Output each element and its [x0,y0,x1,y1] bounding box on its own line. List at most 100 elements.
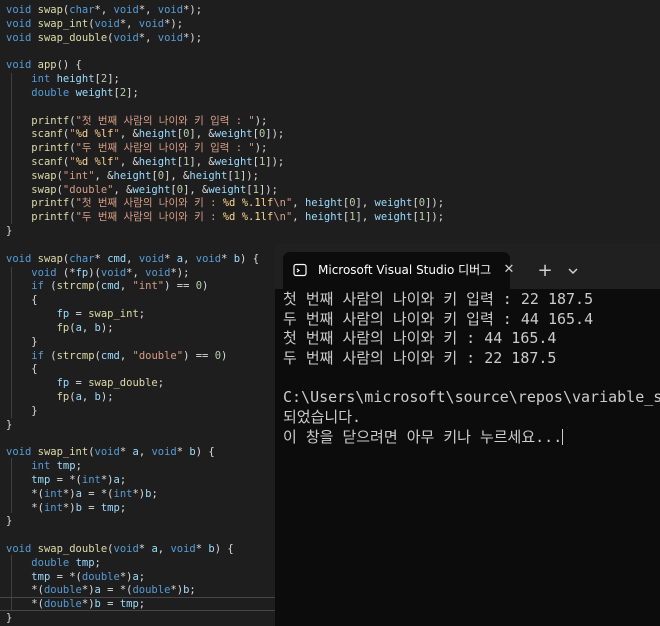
code-token: height [189,169,228,182]
code-token: *) [62,501,76,514]
code-token: ], & [189,156,215,169]
code-token: } [6,515,13,528]
code-token: int [43,487,63,500]
terminal-line: 되었습니다. [283,408,362,427]
code-token: %d %lf [75,156,114,169]
code-token: swap_int [37,446,89,459]
code-token: ); [254,142,268,155]
code-line: void swap_double(void* a, void* b) { [6,542,234,556]
code-token: ], [355,211,375,224]
code-token: "double" [132,349,184,362]
code-line: { [6,293,38,307]
code-token: * [221,252,234,265]
code-token: () { [56,59,82,72]
chevron-down-icon[interactable] [561,259,585,283]
code-line: } [6,514,12,528]
code-line: scanf("%d %lf", &height[0], &weight[0]); [6,127,284,141]
code-token: swap [31,183,57,196]
code-token: void [157,31,184,44]
code-line: printf("두 번째 사람의 나이와 키 입력 : "); [6,141,267,155]
code-token: void [31,266,57,279]
code-token: void [113,4,139,16]
code-token: void [6,4,32,16]
close-icon[interactable]: ✕ [499,260,519,280]
code-token: ) [221,349,228,362]
code-token: *) [81,584,95,597]
code-token: void [145,266,171,279]
code-token: ) [202,280,209,293]
code-token: ]); [258,183,278,196]
code-token: * [94,252,108,265]
code-token: tmp [100,501,120,514]
code-token: scanf [31,156,63,169]
code-token: "double" [62,183,114,196]
code-token: ], & [183,183,209,196]
code-token: ]; [126,86,139,99]
code-token: printf [31,211,70,224]
code-token: = *( [50,473,82,486]
code-token: swap_double [37,542,108,555]
code-token: void [6,59,32,72]
code-line: int height[2]; [6,72,120,86]
code-token: ], & [189,128,215,141]
code-token: void [138,252,165,265]
code-token: app [37,59,57,72]
terminal-prompt-text: 이 창을 닫으려면 아무 키나 누르세요... [283,427,563,446]
code-token: * [138,542,152,555]
code-token: void [170,542,196,555]
code-line: tmp = *(double*)a; [6,570,145,584]
code-line: *(int*)a = *(int*)b; [6,487,158,501]
code-token: cmd [100,280,120,293]
code-token: ; [138,308,146,321]
code-line: printf("첫 번째 사람의 나이와 키 입력 : "); [6,114,267,128]
code-token: swap [31,169,57,182]
code-token: *( [6,487,44,500]
code-token: *, [94,4,114,16]
terminal-tab[interactable]: Microsoft Visual Studio 디버그 ✕ [283,252,514,289]
code-token: weight [374,211,413,224]
code-token: scanf [31,128,63,141]
code-token: void [6,31,32,44]
code-line: void (*fp)(void*, void*); [6,266,189,280]
code-token: tmp [31,473,51,486]
code-line: void swap_int(void*, void*); [6,17,183,31]
code-token: *( [6,584,44,597]
text-cursor [562,428,564,445]
code-token: void [113,31,139,44]
code-token: , [183,252,196,265]
code-token: weight [374,197,413,210]
tab-title: Microsoft Visual Studio 디버그 [318,263,492,277]
code-token: "int" [132,280,165,293]
code-token: ]); [239,169,259,182]
code-token: ) { [214,542,234,555]
code-token: * [195,542,209,555]
code-token: , [126,252,139,265]
terminal-output[interactable]: 첫 번째 사람의 나이와 키 입력 : 22 187.5 두 번째 사람의 나이… [283,290,660,626]
code-token: swap [37,252,63,265]
code-token: printf [31,114,70,127]
code-token: ) == [183,349,215,362]
code-token: fp [56,321,70,334]
code-token: weight [214,128,253,141]
code-token: *, [138,4,158,16]
code-line: void app() { [6,58,82,72]
code-line: *(double*)b = tmp; [6,597,145,611]
new-tab-button[interactable]: + [533,259,557,283]
code-line: scanf("%d %lf", &height[1], &weight[1]); [6,155,284,169]
code-token: tmp [31,570,51,583]
code-token: void [138,17,165,30]
code-token: printf [31,197,70,210]
code-token: swap_double [37,31,108,44]
code-token: { [6,294,38,307]
code-token: (* [56,266,76,279]
code-line: void swap(char*, void*, void*); [6,3,202,17]
code-token: , [119,349,133,362]
debug-console-window[interactable]: Microsoft Visual Studio 디버그 ✕ + 첫 번째 사람의… [275,244,660,626]
code-token: *); [170,266,190,279]
